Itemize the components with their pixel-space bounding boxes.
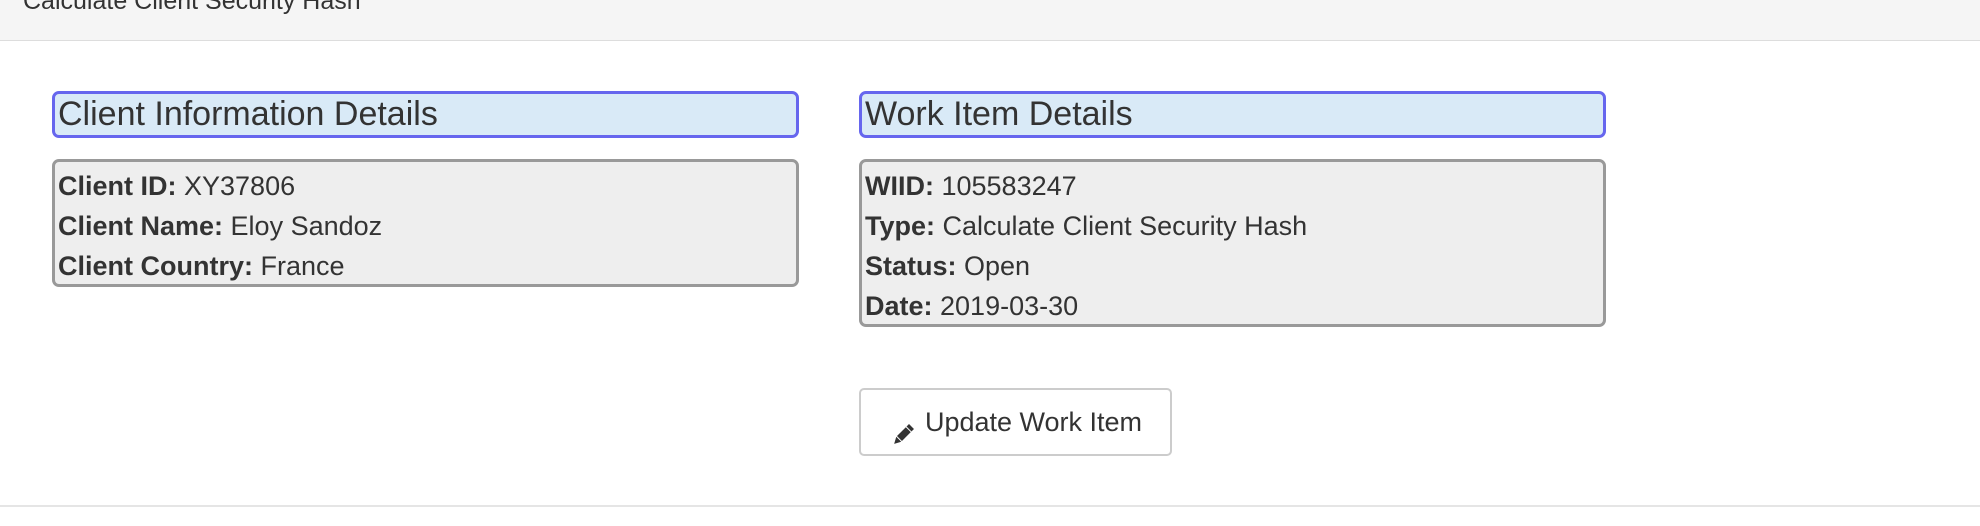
wiid-label: WIID:	[865, 171, 942, 201]
page-header: Calculate Client Security Hash	[0, 0, 1980, 41]
client-country-label: Client Country:	[58, 251, 261, 281]
divider	[0, 505, 1980, 507]
wiid-value: 105583247	[941, 171, 1077, 201]
pencil-icon	[889, 408, 917, 444]
work-item-panel: WIID: 105583247 Type: Calculate Client S…	[859, 159, 1606, 327]
client-country-value: France	[260, 251, 345, 281]
status-row: Status: Open	[865, 246, 1603, 286]
client-info-heading: Client Information Details	[52, 91, 799, 138]
date-value: 2019-03-30	[940, 291, 1079, 321]
status-value: Open	[964, 251, 1031, 281]
type-row: Type: Calculate Client Security Hash	[865, 206, 1603, 246]
date-label: Date:	[865, 291, 941, 321]
client-info-panel: Client ID: XY37806 Client Name: Eloy San…	[52, 159, 799, 287]
status-label: Status:	[865, 251, 965, 281]
work-item-heading: Work Item Details	[859, 91, 1606, 138]
client-country-row: Client Country: France	[58, 246, 796, 286]
client-name-row: Client Name: Eloy Sandoz	[58, 206, 796, 246]
update-work-item-button[interactable]: Update Work Item	[859, 388, 1172, 456]
page-title: Calculate Client Security Hash	[23, 0, 361, 15]
client-name-value: Eloy Sandoz	[230, 211, 383, 241]
client-id-row: Client ID: XY37806	[58, 166, 796, 206]
client-name-label: Client Name:	[58, 211, 231, 241]
client-id-label: Client ID:	[58, 171, 184, 201]
date-row: Date: 2019-03-30	[865, 286, 1603, 326]
update-work-item-label: Update Work Item	[924, 407, 1143, 437]
type-label: Type:	[865, 211, 943, 241]
wiid-row: WIID: 105583247	[865, 166, 1603, 206]
client-id-value: XY37806	[184, 171, 296, 201]
type-value: Calculate Client Security Hash	[942, 211, 1308, 241]
